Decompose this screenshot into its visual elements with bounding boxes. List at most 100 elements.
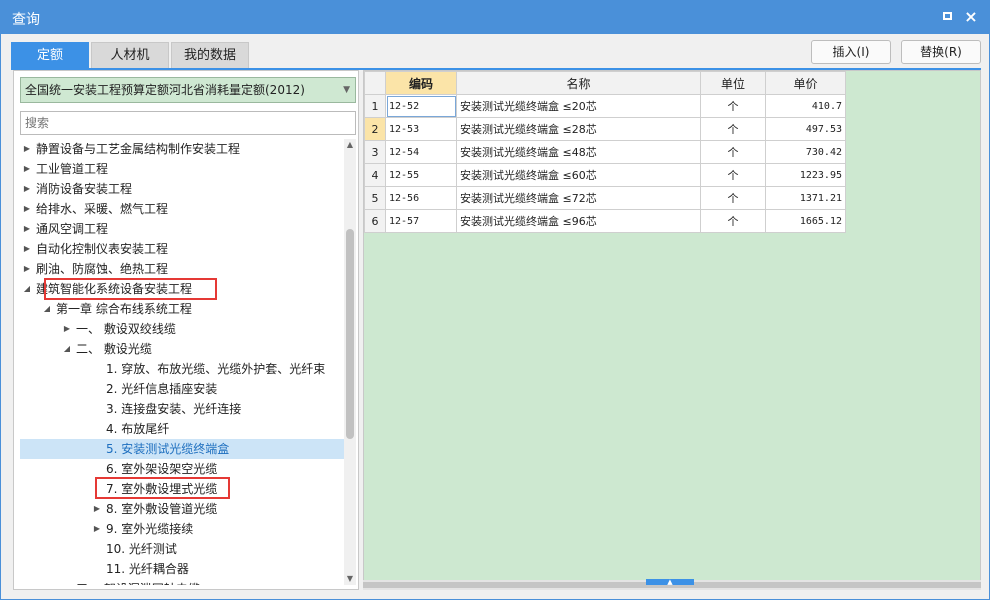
- tree-node[interactable]: 6. 室外架设架空光缆: [20, 459, 344, 479]
- row-number-cell[interactable]: 4: [364, 163, 386, 187]
- tree-node-label: 11. 光纤耦合器: [106, 562, 189, 576]
- tree-node[interactable]: ▶ 刷油、防腐蚀、绝热工程: [20, 259, 344, 279]
- tree-node[interactable]: ▶ 工业管道工程: [20, 159, 344, 179]
- expand-arrow-icon[interactable]: ▶: [22, 139, 32, 159]
- name-cell[interactable]: 安装测试光缆终端盒 ≤72芯: [456, 186, 701, 210]
- table-row[interactable]: 2 12-53 安装测试光缆终端盒 ≤28芯个 497.53: [364, 117, 846, 141]
- tree-node[interactable]: ▶ 三、 架设漏泄同轴电缆: [20, 579, 344, 585]
- tree-node[interactable]: ▶ 8. 室外敷设管道光缆: [20, 499, 344, 519]
- price-cell[interactable]: 1223.95: [765, 163, 846, 187]
- expand-arrow-icon[interactable]: ▶: [22, 259, 32, 279]
- expand-arrow-icon[interactable]: ▶: [92, 519, 102, 539]
- tab-quota[interactable]: 定额: [11, 42, 89, 68]
- price-cell[interactable]: 497.53: [765, 117, 846, 141]
- expand-arrow-icon[interactable]: ▶: [62, 319, 72, 339]
- code-cell[interactable]: 12-57: [385, 209, 457, 233]
- scroll-up-icon[interactable]: ▲: [344, 139, 356, 151]
- table-row[interactable]: 4 12-55 安装测试光缆终端盒 ≤60芯个 1223.95: [364, 163, 846, 187]
- collapse-arrow-icon[interactable]: ◢: [42, 299, 52, 319]
- column-header-name[interactable]: 名称: [456, 71, 701, 95]
- unit-cell[interactable]: 个: [700, 117, 766, 141]
- tree-node[interactable]: 7. 室外敷设埋式光缆: [20, 479, 344, 499]
- search-input[interactable]: [20, 111, 356, 135]
- tab-my-data[interactable]: 我的数据: [171, 42, 249, 68]
- tree-node[interactable]: ◢ 建筑智能化系统设备安装工程: [20, 279, 344, 299]
- column-header-unit[interactable]: 单位: [700, 71, 766, 95]
- tree-node[interactable]: ▶ 自动化控制仪表安装工程: [20, 239, 344, 259]
- tree-node[interactable]: 10. 光纤测试: [20, 539, 344, 559]
- tree-node[interactable]: ▶ 9. 室外光缆接续: [20, 519, 344, 539]
- quota-grid-panel: 编码 名称 单位 单价 1 12-52 安装测试光缆终端盒 ≤20芯个 410.7 2 1…: [363, 70, 981, 582]
- scroll-down-icon[interactable]: ▼: [344, 573, 356, 585]
- tree-node[interactable]: 1. 穿放、布放光缆、光缆外护套、光纤束: [20, 359, 344, 379]
- column-header-code[interactable]: 编码: [385, 71, 457, 95]
- scrollbar-thumb[interactable]: [346, 229, 354, 439]
- tree-node-label: 1. 穿放、布放光缆、光缆外护套、光纤束: [106, 362, 326, 376]
- row-number-cell[interactable]: 2: [364, 117, 386, 141]
- code-cell[interactable]: 12-52: [385, 94, 457, 118]
- unit-cell[interactable]: 个: [700, 140, 766, 164]
- quota-tree-panel: 全国统一安装工程预算定额河北省消耗量定额(2012) ▼ ▶ 静置设备与工艺金属结…: [13, 70, 359, 590]
- table-row[interactable]: 1 12-52 安装测试光缆终端盒 ≤20芯个 410.7: [364, 94, 846, 118]
- collapse-arrow-icon[interactable]: ◢: [22, 279, 32, 299]
- code-cell[interactable]: 12-53: [385, 117, 457, 141]
- tree-node[interactable]: 5. 安装测试光缆终端盒: [20, 439, 344, 459]
- tree-node[interactable]: 3. 连接盘安装、光纤连接: [20, 399, 344, 419]
- unit-cell[interactable]: 个: [700, 186, 766, 210]
- expand-arrow-icon[interactable]: ▶: [62, 579, 72, 585]
- tree-node[interactable]: ▶ 一、 敷设双绞线缆: [20, 319, 344, 339]
- tree-node-label: 2. 光纤信息插座安装: [106, 382, 218, 396]
- code-cell[interactable]: 12-54: [385, 140, 457, 164]
- tab-labor-material-machine[interactable]: 人材机: [91, 42, 169, 68]
- unit-cell[interactable]: 个: [700, 94, 766, 118]
- name-cell[interactable]: 安装测试光缆终端盒 ≤28芯: [456, 117, 701, 141]
- tree-node-label: 9. 室外光缆接续: [106, 522, 194, 536]
- name-cell[interactable]: 安装测试光缆终端盒 ≤60芯: [456, 163, 701, 187]
- tree-node[interactable]: ▶ 通风空调工程: [20, 219, 344, 239]
- name-cell[interactable]: 安装测试光缆终端盒 ≤96芯: [456, 209, 701, 233]
- unit-cell[interactable]: 个: [700, 163, 766, 187]
- tree-node[interactable]: ▶ 消防设备安装工程: [20, 179, 344, 199]
- expand-arrow-icon[interactable]: ▶: [22, 159, 32, 179]
- panel-collapse-toggle[interactable]: ▲: [646, 579, 694, 586]
- price-cell[interactable]: 1665.12: [765, 209, 846, 233]
- expand-arrow-icon[interactable]: ▶: [22, 219, 32, 239]
- tree-node-label: 通风空调工程: [36, 222, 109, 236]
- insert-button[interactable]: 插入(I): [811, 40, 891, 64]
- row-number-cell[interactable]: 3: [364, 140, 386, 164]
- table-row[interactable]: 6 12-57 安装测试光缆终端盒 ≤96芯个 1665.12: [364, 209, 846, 233]
- table-row[interactable]: 5 12-56 安装测试光缆终端盒 ≤72芯个 1371.21: [364, 186, 846, 210]
- tree-node[interactable]: 2. 光纤信息插座安装: [20, 379, 344, 399]
- tree-node[interactable]: ▶ 静置设备与工艺金属结构制作安装工程: [20, 139, 344, 159]
- price-cell[interactable]: 410.7: [765, 94, 846, 118]
- expand-arrow-icon[interactable]: ▶: [22, 239, 32, 259]
- unit-cell[interactable]: 个: [700, 209, 766, 233]
- tree-node[interactable]: ▶ 给排水、采暖、燃气工程: [20, 199, 344, 219]
- row-number-cell[interactable]: 6: [364, 209, 386, 233]
- close-icon[interactable]: ×: [963, 9, 979, 25]
- column-header-price[interactable]: 单价: [765, 71, 846, 95]
- row-number-cell[interactable]: 1: [364, 94, 386, 118]
- expand-arrow-icon[interactable]: ▶: [22, 179, 32, 199]
- collapse-arrow-icon[interactable]: ◢: [62, 339, 72, 359]
- maximize-icon[interactable]: [940, 9, 956, 25]
- quota-library-value: 全国统一安装工程预算定额河北省消耗量定额(2012): [25, 83, 305, 97]
- name-cell[interactable]: 安装测试光缆终端盒 ≤20芯: [456, 94, 701, 118]
- code-cell[interactable]: 12-55: [385, 163, 457, 187]
- tree-node[interactable]: ◢ 第一章 综合布线系统工程: [20, 299, 344, 319]
- tree-node[interactable]: ◢ 二、 敷设光缆: [20, 339, 344, 359]
- table-row[interactable]: 3 12-54 安装测试光缆终端盒 ≤48芯个 730.42: [364, 140, 846, 164]
- code-cell[interactable]: 12-56: [385, 186, 457, 210]
- price-cell[interactable]: 730.42: [765, 140, 846, 164]
- tree-node[interactable]: 4. 布放尾纤: [20, 419, 344, 439]
- expand-arrow-icon[interactable]: ▶: [92, 499, 102, 519]
- row-number-cell[interactable]: 5: [364, 186, 386, 210]
- quota-library-select[interactable]: 全国统一安装工程预算定额河北省消耗量定额(2012) ▼: [20, 77, 356, 103]
- price-cell[interactable]: 1371.21: [765, 186, 846, 210]
- replace-button[interactable]: 替换(R): [901, 40, 981, 64]
- tree-node-label: 工业管道工程: [36, 162, 109, 176]
- tree-scrollbar[interactable]: ▲ ▼: [344, 139, 356, 585]
- expand-arrow-icon[interactable]: ▶: [22, 199, 32, 219]
- tree-node[interactable]: 11. 光纤耦合器: [20, 559, 344, 579]
- name-cell[interactable]: 安装测试光缆终端盒 ≤48芯: [456, 140, 701, 164]
